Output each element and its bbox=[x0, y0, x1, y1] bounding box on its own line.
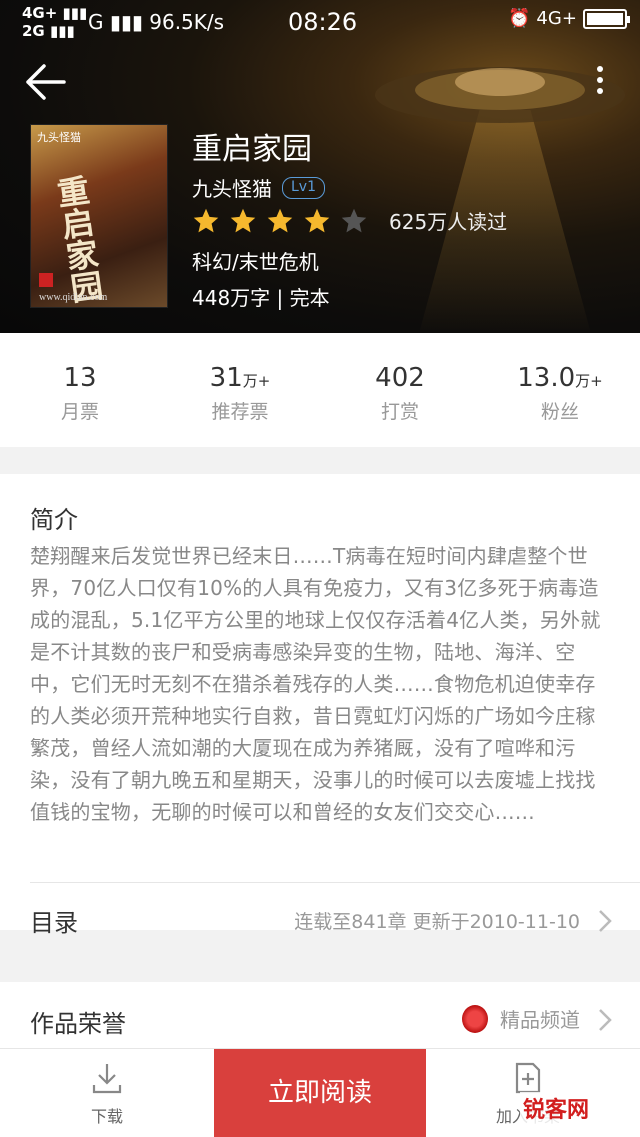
intro-text[interactable]: 楚翔醒来后发觉世界已经末日……T病毒在短时间内肆虐整个世界，70亿人口仅有10%… bbox=[30, 540, 614, 828]
author-name[interactable]: 九头怪猫 bbox=[192, 173, 272, 202]
stat-value: 402 bbox=[375, 363, 425, 393]
network-top-label: 4G+ bbox=[22, 4, 58, 22]
stat-unit: 万+ bbox=[575, 372, 603, 390]
star-empty-icon bbox=[341, 208, 367, 232]
honors-label: 作品荣誉 bbox=[30, 1010, 126, 1038]
stat-label: 推荐票 bbox=[211, 401, 269, 423]
medal-icon bbox=[462, 1004, 488, 1033]
read-now-button[interactable]: 立即阅读 bbox=[214, 1049, 426, 1137]
status-right: ⏰ 4G+ bbox=[508, 8, 630, 29]
star-filled-icon bbox=[193, 208, 219, 232]
alarm-icon: ⏰ bbox=[508, 8, 531, 29]
back-arrow-icon[interactable] bbox=[24, 62, 68, 102]
stat-label: 打赏 bbox=[380, 401, 419, 423]
network-type: 4G+ bbox=[536, 8, 577, 29]
word-count: 448万字 bbox=[192, 286, 271, 310]
rating-stars bbox=[192, 207, 377, 235]
more-options-icon[interactable] bbox=[590, 66, 610, 100]
honor-badge-text: 精品频道 bbox=[500, 1008, 580, 1032]
star-filled-icon bbox=[304, 208, 330, 232]
chevron-right-icon bbox=[599, 1009, 612, 1031]
chevron-right-icon bbox=[599, 910, 612, 932]
cover-site-text: www.qidian.com bbox=[39, 292, 108, 303]
stat-tips[interactable]: 402 打赏 bbox=[320, 333, 480, 447]
author-row[interactable]: 九头怪猫 Lv1 bbox=[192, 173, 325, 202]
star-filled-icon bbox=[230, 208, 256, 232]
toc-label: 目录 bbox=[30, 909, 78, 937]
intro-section: 简介 楚翔醒来后发觉世界已经末日……T病毒在短时间内肆虐整个世界，70亿人口仅有… bbox=[0, 474, 640, 937]
network-bottom-label: 2G bbox=[22, 22, 45, 40]
network-indicator: 4G+ ▮▮▮ 2G ▮▮▮ bbox=[22, 4, 88, 40]
cover-author-text: 九头怪猫 bbox=[37, 131, 81, 144]
star-filled-icon bbox=[267, 208, 293, 232]
rating-row: 625万人读过 bbox=[192, 206, 507, 235]
book-title: 重启家园 bbox=[192, 132, 312, 167]
status-bar: 4G+ ▮▮▮ 2G ▮▮▮ G ▮▮▮ 96.5K/s 08:26 ⏰ 4G+ bbox=[0, 0, 640, 44]
stat-label: 月票 bbox=[60, 401, 99, 423]
stat-label: 粉丝 bbox=[540, 401, 579, 423]
stat-unit: 万+ bbox=[242, 372, 271, 390]
carrier-speed: G ▮▮▮ 96.5K/s bbox=[88, 10, 224, 34]
stat-value: 13.0 bbox=[517, 363, 576, 393]
stat-value: 13 bbox=[63, 363, 97, 393]
add-to-shelf-icon bbox=[515, 1062, 541, 1094]
download-label: 下载 bbox=[90, 1107, 123, 1126]
book-genre[interactable]: 科幻/末世危机 bbox=[192, 246, 319, 275]
reader-count: 625万人读过 bbox=[389, 210, 508, 234]
cover-seal bbox=[39, 273, 53, 287]
honors-row[interactable]: 作品荣誉 精品频道 bbox=[0, 982, 640, 1048]
table-of-contents-row[interactable]: 目录 连载至841章 更新于2010-11-10 bbox=[0, 883, 640, 937]
book-header: 4G+ ▮▮▮ 2G ▮▮▮ G ▮▮▮ 96.5K/s 08:26 ⏰ 4G+… bbox=[0, 0, 640, 333]
battery-icon bbox=[582, 8, 630, 29]
completion-status: | 完本 bbox=[276, 286, 330, 310]
carrier-label: G bbox=[88, 10, 104, 34]
cover-title-text: 重启家园 bbox=[50, 172, 106, 306]
clock: 08:26 bbox=[288, 8, 358, 36]
network-speed: 96.5K/s bbox=[149, 10, 225, 34]
word-count-status: 448万字 | 完本 bbox=[192, 282, 330, 311]
watermark-logo: 锐客网 bbox=[520, 1092, 593, 1124]
intro-heading: 简介 bbox=[30, 506, 78, 534]
honor-badge: 精品频道 bbox=[462, 1004, 580, 1033]
toc-update-info: 连载至841章 更新于2010-11-10 bbox=[294, 911, 580, 933]
download-button[interactable]: 下载 bbox=[70, 1061, 144, 1127]
download-icon bbox=[92, 1064, 122, 1094]
author-level-badge: Lv1 bbox=[282, 176, 325, 199]
battery-level bbox=[586, 12, 623, 25]
stat-value: 31 bbox=[209, 363, 243, 393]
stat-monthly-tickets[interactable]: 13 月票 bbox=[0, 333, 160, 447]
book-stats: 13 月票 31万+ 推荐票 402 打赏 13.0万+ 粉丝 bbox=[0, 333, 640, 447]
signal-icon: ▮▮▮ bbox=[109, 10, 143, 34]
stat-recommend-tickets[interactable]: 31万+ 推荐票 bbox=[160, 333, 320, 447]
stat-fans[interactable]: 13.0万+ 粉丝 bbox=[480, 333, 640, 447]
book-cover[interactable]: 九头怪猫 重启家园 www.qidian.com bbox=[30, 124, 168, 308]
